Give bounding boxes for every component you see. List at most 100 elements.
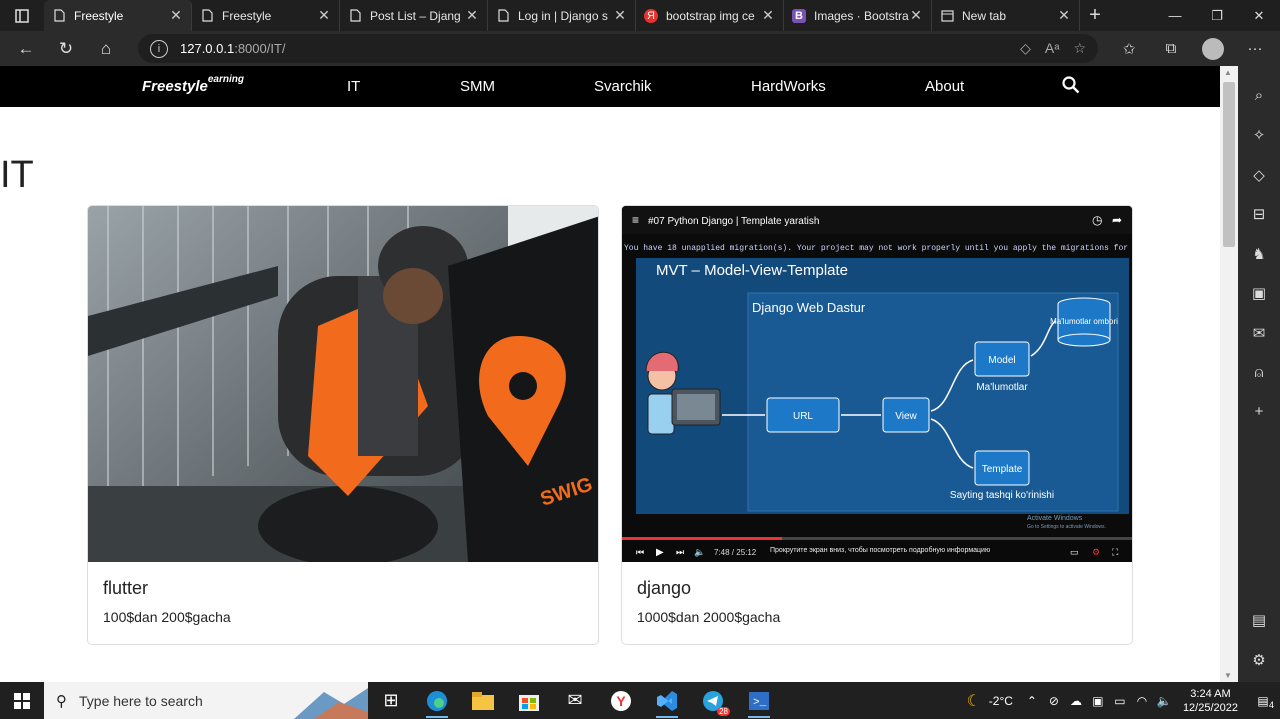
card-image: ≡ #07 Python Django | Template yaratish …	[622, 206, 1132, 562]
settings-icon[interactable]: ⚙	[1238, 640, 1280, 680]
scroll-down-icon[interactable]: ▼	[1224, 671, 1232, 680]
add-icon[interactable]: +	[1238, 392, 1280, 432]
tray-app-icon[interactable]: ⊘	[1043, 694, 1065, 708]
profile-avatar[interactable]	[1196, 34, 1230, 64]
skip-back-icon: ⏮	[636, 547, 644, 557]
video-time: 7:48 / 25:12	[714, 548, 757, 557]
search-icon[interactable]	[1062, 76, 1080, 94]
template-caption: Sayting tashqi ko'rinishi	[950, 490, 1054, 501]
page-scrollbar[interactable]: ▲ ▼	[1220, 66, 1238, 682]
weather-temp[interactable]: -2°C	[985, 694, 1021, 708]
search-placeholder: Type here to search	[79, 692, 203, 709]
telegram-icon[interactable]: 28	[690, 682, 736, 719]
view-label: View	[895, 411, 917, 422]
games-icon[interactable]: ♞	[1238, 234, 1280, 274]
browser-tab[interactable]: Post List – Djang ✕	[340, 0, 488, 31]
edge-icon[interactable]	[414, 682, 460, 719]
add-favorite-icon[interactable]: ☆	[1073, 40, 1086, 57]
nav-link-hardworks[interactable]: HardWorks	[751, 78, 826, 95]
close-tab-icon[interactable]: ✕	[465, 7, 479, 24]
vscode-icon[interactable]	[644, 682, 690, 719]
browser-tab[interactable]: New tab ✕	[932, 0, 1080, 31]
display-icon[interactable]: ▣	[1087, 694, 1109, 708]
yandex-browser-icon[interactable]: Y	[598, 682, 644, 719]
captions-icon: ▭	[1070, 547, 1079, 557]
favorites-icon[interactable]: ✩	[1112, 34, 1146, 64]
browser-tab-strip: Freestyle ✕ Freestyle ✕ Post List – Djan…	[0, 0, 1280, 31]
tag-icon[interactable]: ◇	[1020, 40, 1031, 57]
close-tab-icon[interactable]: ✕	[1057, 7, 1071, 24]
onedrive-icon[interactable]: ☁	[1065, 694, 1087, 708]
address-bar[interactable]: i 127.0.0.1:8000/IT/ ◇ Aᵃ ☆	[138, 34, 1098, 63]
browser-tab[interactable]: Freestyle ✕	[192, 0, 340, 31]
home-icon[interactable]: ⌂	[86, 31, 126, 66]
weather-moon-icon[interactable]: ☾	[963, 691, 985, 711]
close-window-icon[interactable]: ✕	[1238, 0, 1280, 31]
nav-link-svarchik[interactable]: Svarchik	[594, 78, 652, 95]
menu-icon: ≡	[632, 213, 639, 227]
minimize-icon[interactable]: —	[1154, 0, 1196, 31]
volume-icon[interactable]: 🔈	[1153, 694, 1175, 708]
close-tab-icon[interactable]: ✕	[317, 7, 331, 24]
collections-icon[interactable]: ⧉	[1154, 34, 1188, 64]
page-title: IT	[0, 154, 34, 196]
notification-icon[interactable]: ▤ 4	[1246, 694, 1280, 710]
box-title: Django Web Dastur	[752, 300, 866, 315]
search-icon[interactable]: ⌕	[1238, 76, 1280, 116]
sidebar-toggle-icon[interactable]: ▤	[1238, 600, 1280, 640]
slide-title: MVT – Model-View-Template	[656, 262, 848, 279]
refresh-icon[interactable]: ↻	[46, 31, 86, 66]
card-image: SWIG	[88, 206, 598, 562]
video-hint: Прокрутите экран вниз, чтобы посмотреть …	[770, 546, 990, 554]
close-tab-icon[interactable]: ✕	[169, 7, 183, 24]
scroll-up-icon[interactable]: ▲	[1224, 68, 1232, 77]
show-hidden-icons[interactable]: ⌃	[1021, 694, 1043, 708]
task-view-icon[interactable]: ⊞	[368, 682, 414, 719]
course-card[interactable]: SWIG flutter 100$dan 200$gacha	[87, 205, 599, 645]
browser-tab[interactable]: Freestyle ✕	[44, 0, 192, 31]
site-brand[interactable]: Freestyleearning	[142, 74, 244, 95]
tab-title: Freestyle	[222, 8, 272, 23]
system-clock[interactable]: 3:24 AM 12/25/2022	[1175, 687, 1246, 715]
tools-icon[interactable]: ⊟	[1238, 195, 1280, 235]
browser-tab[interactable]: Я bootstrap img ce ✕	[636, 0, 784, 31]
back-icon[interactable]: ←	[6, 31, 46, 66]
browser-tab[interactable]: B Images · Bootstra ✕	[784, 0, 932, 31]
search-highlight-image	[294, 688, 368, 719]
office-icon[interactable]: ▣	[1238, 274, 1280, 314]
course-card[interactable]: ≡ #07 Python Django | Template yaratish …	[621, 205, 1133, 645]
outlook-icon[interactable]: ✉	[1238, 313, 1280, 353]
shopping-icon[interactable]: ◇	[1238, 155, 1280, 195]
more-menu-icon[interactable]: ···	[1238, 34, 1272, 64]
taskbar-search[interactable]: ⚲ Type here to search	[44, 682, 368, 719]
nav-link-it[interactable]: IT	[347, 78, 360, 95]
wifi-icon[interactable]: ◠	[1131, 694, 1153, 708]
nav-link-about[interactable]: About	[925, 78, 964, 95]
close-tab-icon[interactable]: ✕	[613, 7, 627, 24]
page-icon	[496, 9, 510, 23]
windows-start-button[interactable]	[0, 682, 44, 719]
tab-actions-icon	[15, 8, 29, 23]
nav-link-smm[interactable]: SMM	[460, 78, 495, 95]
browser-tab[interactable]: Log in | Django s ✕	[488, 0, 636, 31]
search-icon: ⚲	[56, 692, 67, 710]
bootstrap-icon: B	[792, 8, 806, 23]
mail-icon[interactable]: ✉	[552, 682, 598, 719]
battery-icon[interactable]: ▭	[1109, 694, 1131, 708]
file-explorer-icon[interactable]	[460, 682, 506, 719]
restore-icon[interactable]: ❐	[1196, 0, 1238, 31]
url-text[interactable]: 127.0.0.1:8000/IT/	[180, 41, 1020, 56]
store-icon[interactable]	[506, 682, 552, 719]
close-tab-icon[interactable]: ✕	[761, 7, 775, 24]
read-aloud-icon[interactable]: Aᵃ	[1045, 40, 1060, 57]
tab-actions-button[interactable]	[0, 0, 44, 31]
drop-icon[interactable]: ⍝	[1238, 353, 1280, 393]
new-tab-button[interactable]: +	[1080, 4, 1110, 27]
activate-windows-text: Activate Windows	[1027, 515, 1083, 522]
discover-icon[interactable]: ✧	[1238, 116, 1280, 156]
clock-icon: ◷	[1092, 213, 1102, 227]
close-tab-icon[interactable]: ✕	[909, 7, 923, 24]
site-info-icon[interactable]: i	[150, 39, 168, 58]
scrollbar-thumb[interactable]	[1223, 82, 1235, 247]
powershell-icon[interactable]: >_	[736, 682, 782, 719]
